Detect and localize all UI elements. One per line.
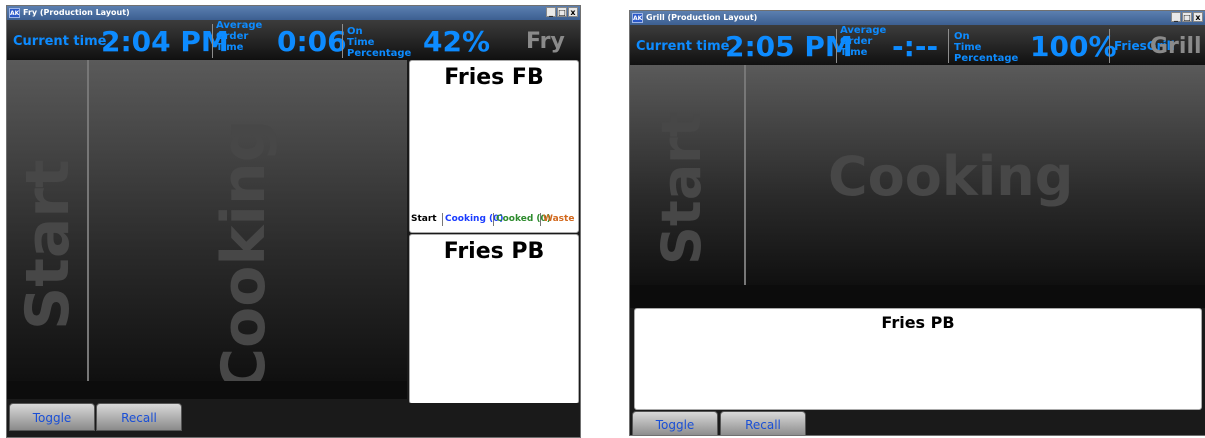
- toggle-button[interactable]: Toggle: [9, 403, 95, 431]
- status-legend: Start Cooking (0) Cooked (0) Waste (: [410, 212, 578, 226]
- divider: [1109, 29, 1110, 63]
- avg-order-time-value: -:--: [892, 30, 939, 63]
- station-name: Fry: [526, 29, 565, 54]
- order-card[interactable]: Fries PB: [409, 234, 579, 404]
- start-column-watermark: Start: [650, 111, 713, 265]
- divider: [212, 24, 213, 58]
- avg-order-time-label: Average Order Time: [840, 25, 887, 58]
- fry-footer: Toggle Recall: [7, 403, 580, 437]
- grill-stats-header: Current time 2:05 PM Average Order Time …: [630, 25, 1205, 65]
- minimize-button[interactable]: _: [1171, 12, 1181, 22]
- grill-footer: Toggle Recall: [630, 411, 1205, 435]
- legend-start[interactable]: Start: [411, 212, 437, 226]
- toggle-button[interactable]: Toggle: [632, 411, 718, 435]
- maximize-button[interactable]: □: [557, 7, 567, 17]
- order-card[interactable]: Fries FB Start Cooking (0) Cooked (0) Wa…: [409, 60, 579, 233]
- close-button[interactable]: x: [1193, 12, 1203, 22]
- avg-order-time-label: Average Order Time: [216, 20, 263, 53]
- recall-button[interactable]: Recall: [720, 411, 806, 435]
- minimize-button[interactable]: _: [546, 7, 556, 17]
- close-button[interactable]: x: [568, 7, 578, 17]
- item-name: Fries PB: [443, 239, 545, 264]
- legend-waste[interactable]: Waste (: [543, 212, 578, 226]
- start-column: Start: [7, 60, 87, 381]
- item-name: Fries PB: [881, 313, 955, 332]
- avg-order-time-value: 0:06: [277, 25, 347, 58]
- current-time-value: 2:04 PM: [101, 25, 229, 58]
- column-strip: [7, 381, 407, 399]
- start-column: Start: [630, 65, 744, 285]
- fry-stats-header: Current time 2:04 PM Average Order Time …: [7, 20, 580, 60]
- cooking-column: Cooking: [746, 65, 1205, 285]
- divider: [948, 29, 949, 63]
- app-icon: AK: [632, 13, 643, 23]
- fry-titlebar[interactable]: AK Fry (Production Layout) _ □ x: [7, 6, 580, 20]
- app-icon: AK: [9, 8, 20, 18]
- item-name: Fries FB: [444, 65, 544, 90]
- window-title: Fry (Production Layout): [23, 8, 130, 17]
- legend-cooking[interactable]: Cooking (0): [445, 212, 504, 226]
- divider: [342, 24, 343, 58]
- on-time-percentage-value: 42%: [423, 25, 491, 58]
- fry-window: AK Fry (Production Layout) _ □ x Current…: [6, 5, 581, 438]
- current-time-label: Current time: [636, 39, 730, 54]
- on-time-percentage-value: 100%: [1030, 30, 1117, 63]
- grill-window: AK Grill (Production Layout) _ □ x Curre…: [629, 10, 1205, 436]
- cooking-column-watermark: Cooking: [828, 145, 1074, 208]
- window-title: Grill (Production Layout): [646, 13, 758, 22]
- recall-button[interactable]: Recall: [96, 403, 182, 431]
- maximize-button[interactable]: □: [1182, 12, 1192, 22]
- grill-titlebar[interactable]: AK Grill (Production Layout) _ □ x: [630, 11, 1205, 25]
- current-time-value: 2:05 PM: [725, 30, 853, 63]
- column-strip: [630, 285, 1205, 308]
- current-time-label: Current time: [13, 34, 107, 49]
- order-card[interactable]: Fries PB: [634, 308, 1202, 410]
- cooking-column-watermark: Cooking: [209, 119, 279, 381]
- divider: [836, 29, 837, 63]
- station-name: Grill: [1150, 34, 1202, 59]
- start-column-watermark: Start: [13, 159, 83, 330]
- cooking-column: Cooking: [89, 60, 407, 381]
